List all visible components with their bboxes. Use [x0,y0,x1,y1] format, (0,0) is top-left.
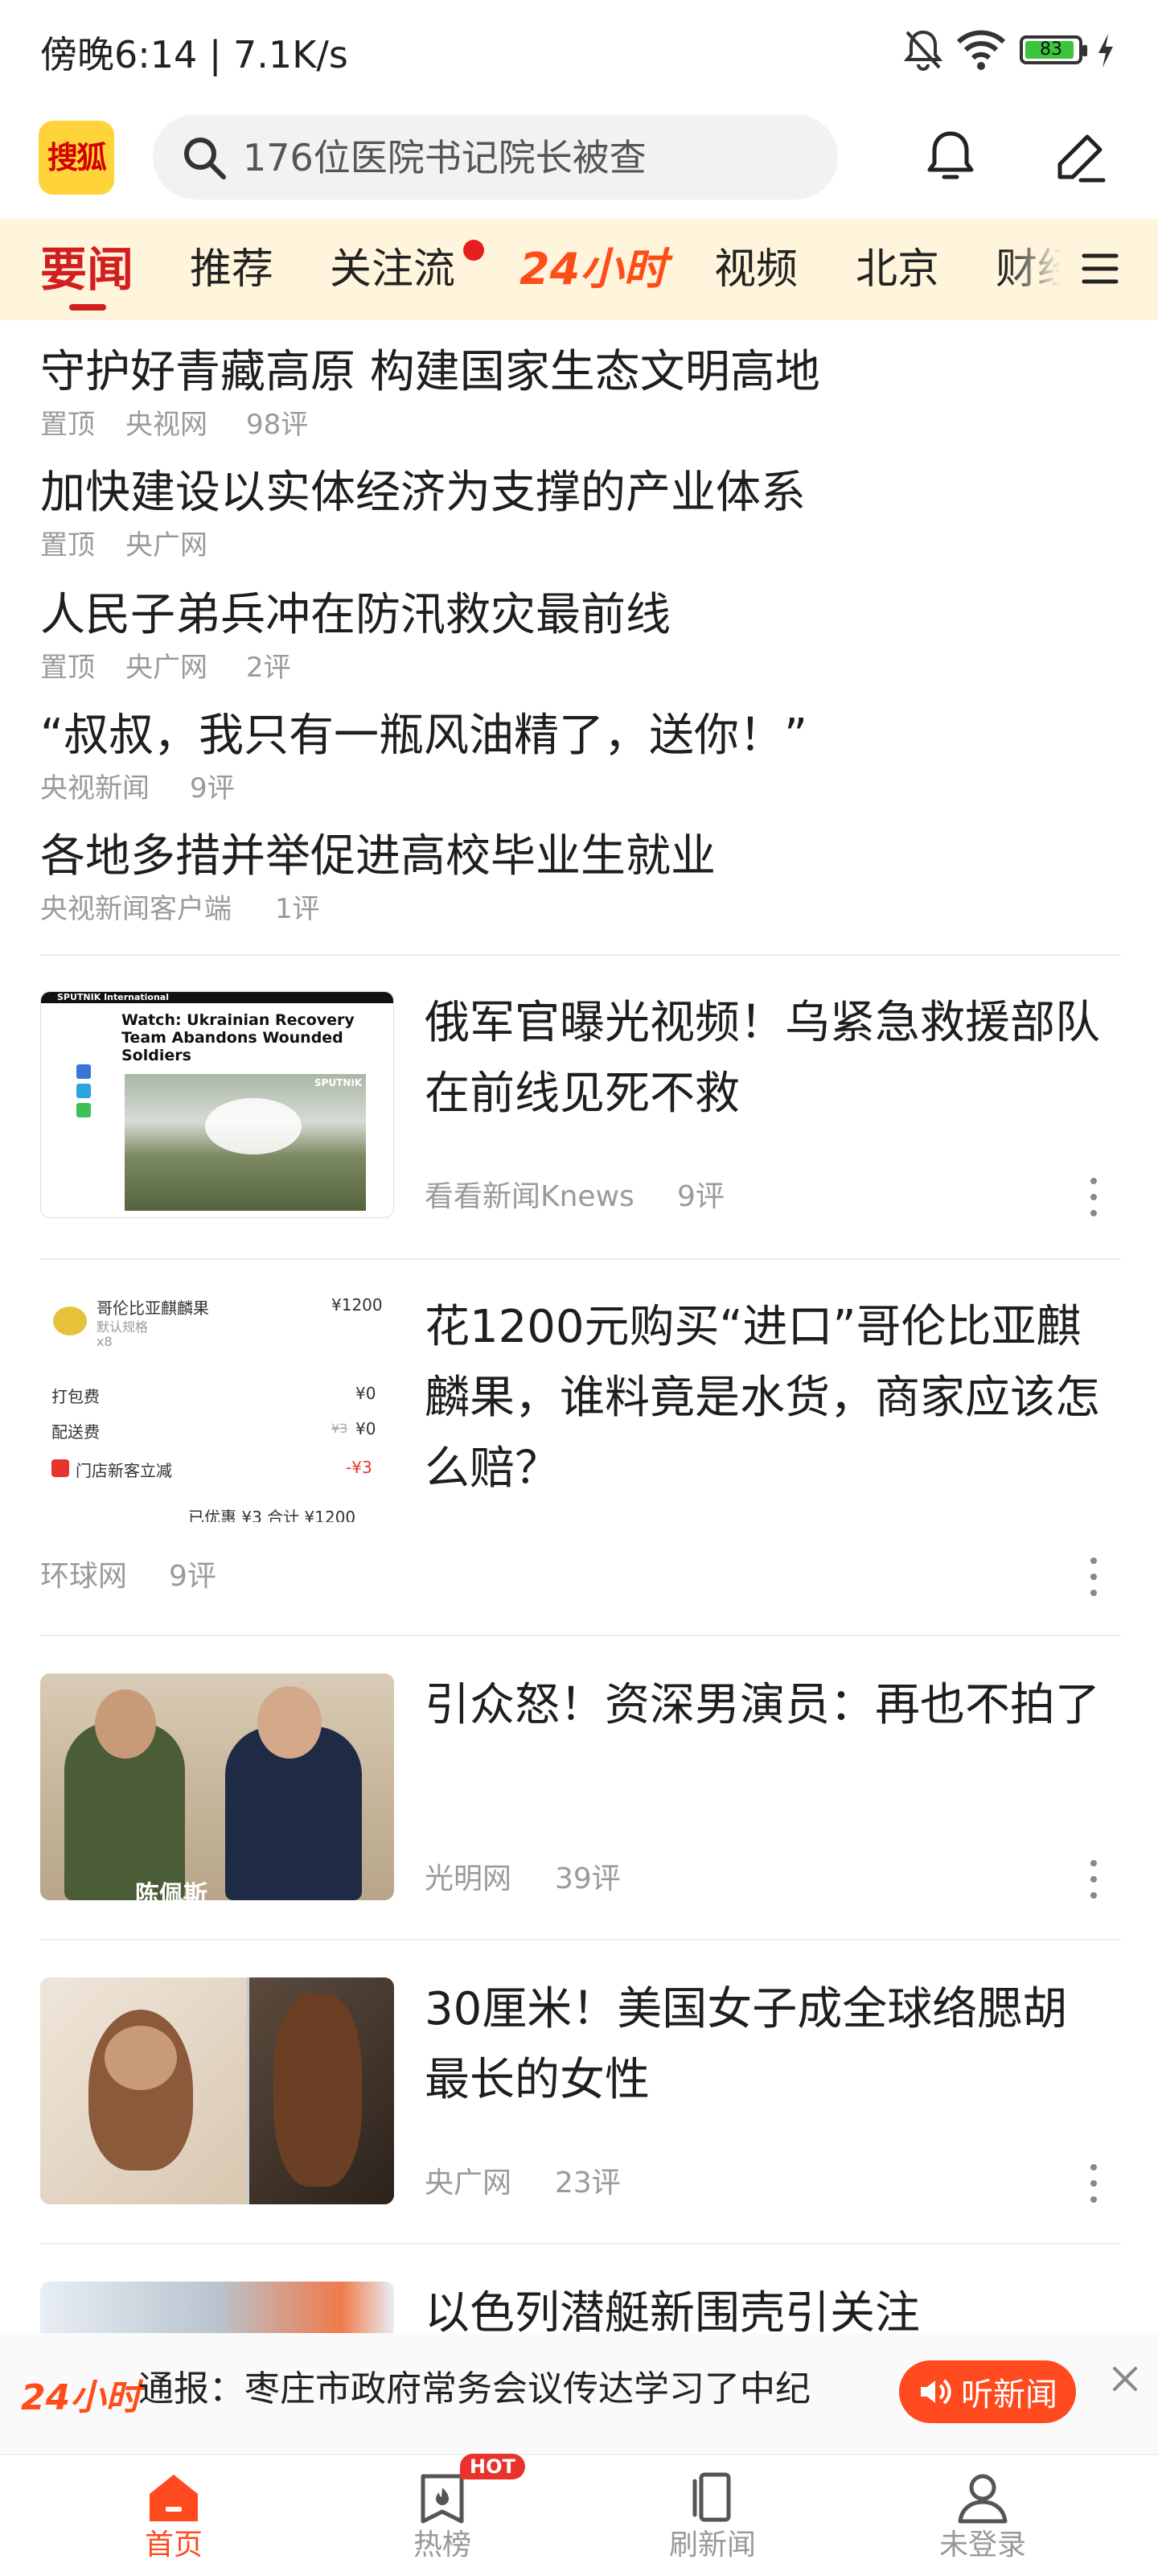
tab-video[interactable]: 视频 [714,241,798,298]
divider [40,954,1121,956]
top-story-title[interactable]: 加快建设以实体经济为支撑的产业体系 [40,465,806,521]
listen-news-button[interactable]: 听新闻 [899,2360,1076,2423]
story-comments: 1评 [275,893,320,925]
news-title[interactable]: 花1200元购买“进口”哥伦比亚麒麟果，谁料竟是水货，商家应该怎么赔？ [425,1292,1100,1504]
search-icon [184,138,226,179]
search-placeholder: 176位医院书记院长被查 [243,136,647,179]
tab-24h[interactable]: 24小时 [519,241,667,298]
receipt-row-label: 门店新客立减 [76,1461,172,1480]
story-source: 央视新闻客户端 [40,893,232,925]
swipe-news-icon [692,2472,731,2522]
tab-yaowen[interactable]: 要闻 [40,241,133,298]
nav-label: 未登录 [938,2529,1026,2562]
nav-home[interactable]: 首页 [93,2460,254,2574]
wifi-icon [956,30,1006,70]
receipt-item: 哥伦比亚麒麟果 [96,1298,209,1318]
listen-news-label: 听新闻 [961,2376,1057,2413]
receipt-row-value: ¥0 [355,1384,376,1403]
news-source: 环球网 [40,1560,128,1593]
news-title[interactable]: 以色列潜艇新围壳引关注 [425,2278,1100,2333]
news-comments: 9评 [677,1180,725,1213]
news-thumbnail[interactable]: SPUTNIK International Watch: Ukrainian R… [40,991,394,1218]
nav-label: 刷新闻 [668,2529,756,2562]
receipt-total: 已优惠 ¥3 合计 ¥1200 [188,1508,356,1522]
nav-label: 热榜 [413,2529,471,2562]
battery-icon: 83 [1020,35,1087,64]
pinned-label: 置顶 [40,409,95,441]
divider [40,2243,1121,2245]
battery-level: 83 [1040,39,1062,60]
news-comments: 9评 [169,1560,216,1593]
receipt-qty: x8 [96,1334,113,1349]
ticker-text[interactable]: 通报：枣庄市政府常务会议传达学习了中纪 [138,2364,878,2415]
nav-login[interactable]: 未登录 [902,2460,1063,2574]
tab-fade [1005,222,1086,317]
news-title[interactable]: 30厘米！美国女子成全球络腮胡最长的女性 [425,1974,1100,2116]
story-source: 央视新闻 [40,772,150,804]
divider [40,1939,1121,1940]
receipt-row-label: 打包费 [51,1387,100,1406]
story-source: 央广网 [125,652,207,684]
news-comments: 39评 [555,1862,621,1895]
receipt-spec: 默认规格 [96,1319,149,1335]
receipt-row-value: -¥3 [346,1458,372,1477]
story-source: 央视网 [125,409,207,441]
news-thumbnail[interactable] [40,2282,394,2333]
receipt-row-label: 配送费 [51,1422,100,1442]
tab-notification-dot [463,240,484,261]
charging-icon [1098,34,1113,68]
news-source: 光明网 [425,1862,512,1895]
edit-icon[interactable] [1050,129,1108,187]
speaker-icon [921,2379,951,2405]
channel-menu-icon[interactable] [1078,246,1123,291]
thumb-headline: Watch: Ukrainian Recovery Team Abandons … [121,1011,355,1064]
mute-bell-icon [903,30,943,71]
close-icon[interactable] [1105,2359,1145,2399]
top-story-title[interactable]: 守护好青藏高原 构建国家生态文明高地 [40,344,820,401]
tab-recommend[interactable]: 推荐 [190,241,273,298]
news-comments: 23评 [555,2167,621,2199]
story-comments: 98评 [246,409,309,441]
home-icon [150,2475,198,2521]
news-thumbnail[interactable] [40,1977,394,2204]
thumb-watermark: SPUTNIK [314,1077,363,1088]
receipt-price: ¥1200 [331,1295,383,1315]
news-title[interactable]: 引众怒！资深男演员：再也不拍了 [425,1670,1100,1741]
thumb-brand: SPUTNIK International [57,992,170,1002]
nav-swipe-news[interactable]: 刷新闻 [632,2460,793,2574]
more-options-icon[interactable] [1084,1855,1103,1903]
news-source: 看看新闻Knews [425,1180,634,1213]
story-source: 央广网 [125,529,207,562]
divider [40,1258,1121,1260]
story-comments: 2评 [246,652,291,684]
nav-label: 首页 [144,2529,203,2562]
pinned-label: 置顶 [40,529,95,562]
logo-text: 搜狐 [47,140,107,175]
ticker-logo: 24小时 [21,2377,142,2418]
news-source: 央广网 [425,2167,512,2199]
bell-icon[interactable] [923,129,978,183]
news-thumbnail[interactable]: 哥伦比亚麒麟果 ¥1200 默认规格 x8 打包费 ¥0 配送费 ¥3 ¥0 门… [40,1295,394,1522]
hot-badge: HOT [460,2454,525,2479]
tab-follow[interactable]: 关注流 [330,241,455,298]
more-options-icon[interactable] [1084,1553,1103,1601]
top-story-title[interactable]: “叔叔，我只有一瓶风油精了，送你！” [40,708,807,764]
news-thumbnail[interactable]: 陈佩斯 [40,1673,394,1900]
status-time: 傍晚6:14 | 7.1K/s [40,33,348,76]
active-tab-indicator [69,304,106,311]
sohu-logo[interactable]: 搜狐 [39,121,114,195]
tab-beijing[interactable]: 北京 [856,241,939,298]
top-story-title[interactable]: 各地多措并举促进高校毕业生就业 [40,829,716,885]
more-options-icon[interactable] [1084,2159,1103,2208]
pinned-label: 置顶 [40,652,95,684]
receipt-strike: ¥3 [331,1421,348,1436]
more-options-icon[interactable] [1084,1173,1103,1221]
top-story-title[interactable]: 人民子弟兵冲在防汛救灾最前线 [40,587,671,644]
user-icon [958,2474,1008,2524]
divider [40,1635,1121,1636]
story-comments: 9评 [190,772,235,804]
news-title[interactable]: 俄军官曝光视频！乌紧急救援部队在前线见死不救 [425,988,1100,1130]
receipt-row-value: ¥0 [355,1419,376,1438]
thumb-caption: 陈佩斯 [135,1881,207,1900]
